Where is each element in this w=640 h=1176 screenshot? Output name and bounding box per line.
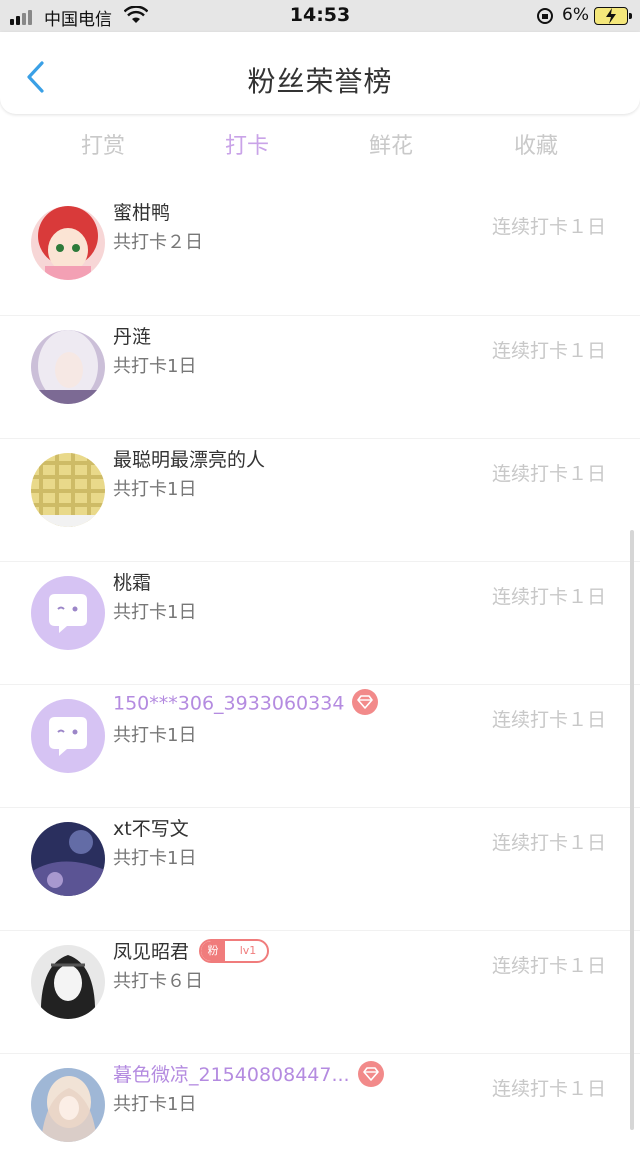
list-item[interactable]: xt不写文共打卡1日 连续打卡１日 [0, 807, 640, 930]
diamond-icon [357, 1060, 384, 1087]
avatar[interactable] [31, 1068, 105, 1142]
checkin-streak: 连续打卡１日 [491, 586, 606, 608]
page-title: 粉丝荣誉榜 [247, 65, 393, 98]
checkin-streak: 连续打卡１日 [491, 709, 606, 731]
avatar[interactable] [31, 945, 105, 1019]
user-name: 丹涟 [113, 322, 151, 349]
user-name: 暮色微凉_21540808447... [113, 1060, 384, 1089]
total-checkin-count: 共打卡1日 [113, 1094, 197, 1115]
tab-favorites[interactable]: 收藏 [476, 128, 596, 160]
user-name: 150***306_3933060334 [113, 689, 379, 717]
list-item[interactable]: 暮色微凉_21540808447... 共打卡1日 连续打卡１日 [0, 1053, 640, 1176]
user-name-text: xt不写文 [113, 818, 189, 840]
avatar[interactable] [31, 206, 105, 280]
checkin-streak: 连续打卡１日 [491, 832, 606, 854]
fan-badge-label: 粉 [201, 940, 226, 961]
avatar[interactable] [31, 822, 105, 896]
header-bar: 粉丝荣誉榜 [0, 32, 640, 114]
total-checkin-count: 共打卡1日 [113, 479, 197, 500]
checkin-streak: 连续打卡１日 [491, 340, 606, 362]
user-name-text: 暮色微凉_21540808447... [113, 1064, 350, 1086]
total-checkin-count: 共打卡1日 [113, 356, 197, 377]
fan-badge-level: lv1 [239, 943, 257, 957]
total-checkin-count: 共打卡６日 [113, 971, 203, 992]
total-checkin-count: 共打卡1日 [113, 725, 197, 746]
list-item[interactable]: 丹涟共打卡1日 连续打卡１日 [0, 315, 640, 438]
user-name-text: 桃霜 [113, 572, 152, 594]
status-bar: 中国电信 14:53 6% [0, 0, 640, 32]
list-item[interactable]: 凤见昭君粉 lv1 共打卡６日 连续打卡１日 [0, 930, 640, 1053]
total-checkin-count: 共打卡1日 [113, 602, 197, 623]
diamond-icon [352, 689, 379, 715]
user-name-text: 凤见昭君 [113, 941, 190, 963]
checkin-streak: 连续打卡１日 [491, 1078, 606, 1100]
user-name: 蜜柑鸭 [113, 198, 170, 225]
total-checkin-count: 共打卡２日 [113, 232, 203, 253]
fan-level-badge: 粉 lv1 [199, 938, 270, 963]
user-name-text: 丹涟 [113, 326, 152, 348]
avatar[interactable] [31, 576, 105, 650]
avatar[interactable] [31, 330, 105, 404]
battery-icon [594, 7, 632, 25]
user-name: 最聪明最漂亮的人 [113, 445, 265, 472]
tab-checkin[interactable]: 打卡 [187, 128, 307, 160]
checkin-streak: 连续打卡１日 [491, 216, 606, 238]
list-item[interactable]: 最聪明最漂亮的人 共打卡1日 连续打卡１日 [0, 438, 640, 561]
user-name: 凤见昭君粉 lv1 [113, 937, 270, 965]
user-name: 桃霜 [113, 568, 151, 595]
tab-reward[interactable]: 打赏 [43, 128, 163, 160]
battery-percent: 6% [562, 5, 589, 25]
tab-bar: 打赏 打卡 鲜花 收藏 [0, 114, 640, 174]
checkin-streak: 连续打卡１日 [491, 955, 606, 977]
avatar[interactable] [31, 453, 105, 527]
scrollbar[interactable] [630, 530, 634, 1130]
user-name-text: 蜜柑鸭 [113, 202, 171, 224]
tab-flowers[interactable]: 鲜花 [331, 128, 451, 160]
checkin-streak: 连续打卡１日 [491, 463, 606, 485]
user-name: xt不写文 [113, 814, 189, 841]
total-checkin-count: 共打卡1日 [113, 848, 197, 869]
list-item[interactable]: 蜜柑鸭共打卡２日 连续打卡１日 [0, 192, 640, 315]
rotation-lock-icon [537, 8, 553, 24]
user-name-text: 150***306_3933060334 [113, 692, 345, 715]
list-item[interactable]: 桃霜共打卡1日 连续打卡１日 [0, 561, 640, 684]
avatar[interactable] [31, 699, 105, 773]
user-name-text: 最聪明最漂亮的人 [113, 449, 266, 471]
list-item[interactable]: 150***306_3933060334 共打卡1日 连续打卡１日 [0, 684, 640, 807]
